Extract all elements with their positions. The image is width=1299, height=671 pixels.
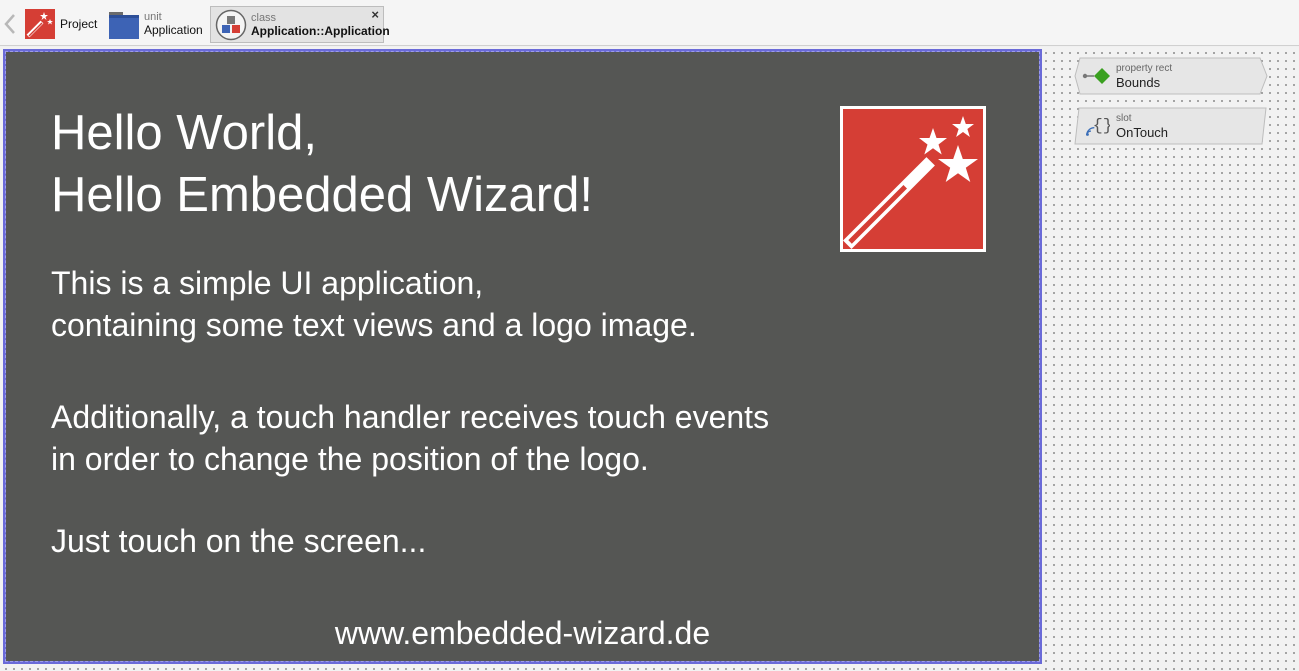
magic-wand-logo [843, 116, 978, 249]
property-diamond-icon [1082, 68, 1110, 84]
logo-image[interactable] [840, 106, 986, 252]
class-kind-label: class [251, 11, 277, 24]
application-screen[interactable]: Hello World, Hello Embedded Wizard! This… [3, 49, 1042, 664]
property-bounds-brick[interactable]: property rect Bounds [1074, 57, 1268, 95]
unit-name-label: Application [144, 23, 203, 37]
slot-braces-icon: {} [1086, 117, 1110, 136]
breadcrumb-project[interactable]: Project [24, 6, 97, 42]
folder-icon [109, 12, 139, 39]
heading-text[interactable]: Hello World, Hello Embedded Wizard! [51, 102, 593, 226]
chevron-left-icon[interactable] [2, 12, 18, 36]
breadcrumb-unit[interactable]: unit Application [108, 6, 203, 42]
svg-text:{}: {} [1093, 117, 1110, 136]
description-line-1: This is a simple UI application, [51, 265, 484, 301]
website-url-text[interactable]: www.embedded-wizard.de [6, 614, 1039, 652]
slot-name-label: OnTouch [1116, 125, 1169, 140]
breadcrumb-class-tab[interactable]: class Application::Application × [210, 6, 390, 43]
slot-ontouch-brick[interactable]: {} slot OnTouch [1074, 107, 1267, 145]
close-icon[interactable]: × [371, 8, 379, 22]
class-icon [215, 9, 247, 40]
description-text[interactable]: This is a simple UI application, contain… [51, 262, 697, 346]
navigation-bar: Project unit Application class Applicati… [0, 0, 1299, 46]
instruction-text[interactable]: Just touch on the screen... [51, 520, 426, 562]
touch-info-line-1: Additionally, a touch handler receives t… [51, 399, 770, 435]
description-line-2: containing some text views and a logo im… [51, 307, 697, 343]
touch-info-line-2: in order to change the position of the l… [51, 441, 649, 477]
property-kind-label: property rect [1116, 63, 1173, 74]
heading-line-1: Hello World, [51, 106, 317, 160]
slot-kind-label: slot [1116, 113, 1132, 124]
project-label: Project [60, 16, 98, 31]
property-name-label: Bounds [1116, 75, 1161, 90]
touch-info-text[interactable]: Additionally, a touch handler receives t… [51, 396, 769, 480]
magic-wand-icon [25, 9, 55, 39]
class-name-label: Application::Application [251, 23, 390, 38]
heading-line-2: Hello Embedded Wizard! [51, 168, 593, 222]
